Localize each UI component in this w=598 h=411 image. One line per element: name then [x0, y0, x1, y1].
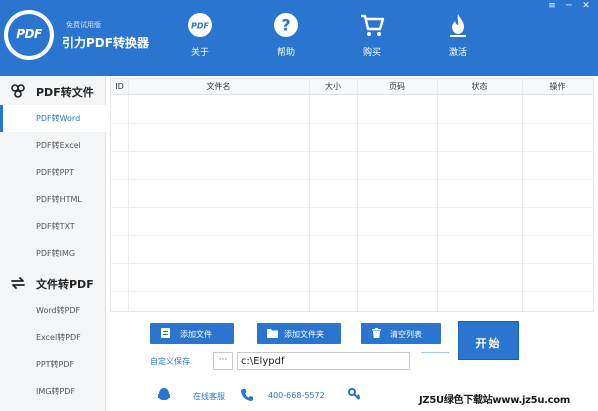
- activate-button[interactable]: 激活: [428, 10, 488, 70]
- sidebar-item-label: PDF转HTML: [36, 195, 82, 204]
- activate-label: 激活: [448, 48, 467, 58]
- column-header-size[interactable]: 大小: [309, 79, 357, 95]
- column-header-filename[interactable]: 文件名: [128, 79, 309, 95]
- app-logo: PDF: [4, 10, 54, 60]
- column-divider: [522, 79, 523, 311]
- sidebar-item-img-to-pdf[interactable]: IMG转PDF: [0, 378, 106, 405]
- column-divider: [437, 79, 438, 311]
- phone-number: 400-668-5572: [268, 391, 325, 400]
- row-divider: [111, 263, 593, 264]
- flame-icon: [450, 14, 466, 37]
- file-table[interactable]: ID 文件名 大小 页码 状态 操作: [110, 78, 594, 312]
- file-icon: [161, 328, 170, 338]
- sidebar-item-pdf-to-word[interactable]: PDF转Word: [0, 105, 106, 132]
- sidebar-item-label: PDF转Excel: [36, 141, 81, 150]
- phone-icon: [241, 389, 253, 401]
- swap-icon: [11, 277, 25, 289]
- add-folder-button[interactable]: 添加文件夹: [257, 323, 341, 344]
- sidebar-item-excel-to-pdf[interactable]: Excel转PDF: [0, 324, 106, 351]
- convert-icon: [11, 84, 25, 98]
- watermark: JZ5U绿色下载站www.jz5u.com: [419, 395, 570, 406]
- trial-label: 免费试用版: [66, 21, 101, 29]
- path-underline: [421, 352, 449, 353]
- row-divider: [111, 235, 593, 236]
- sidebar-item-pdf-to-ppt[interactable]: PDF转PPT: [0, 159, 106, 186]
- table-header: ID 文件名 大小 页码 状态 操作: [111, 79, 593, 95]
- add-file-label: 添加文件: [180, 330, 212, 339]
- section-pdf-to-file: PDF转文件: [0, 78, 106, 105]
- save-path-input[interactable]: [237, 352, 410, 370]
- sidebar-item-label: PDF转TXT: [36, 222, 75, 231]
- svg-text:PDF: PDF: [191, 22, 210, 31]
- add-folder-label: 添加文件夹: [284, 330, 324, 339]
- column-divider: [357, 79, 358, 311]
- sidebar-item-label: IMG转PDF: [36, 387, 76, 396]
- sidebar-item-pdf-to-img[interactable]: PDF转IMG: [0, 240, 106, 267]
- sidebar-item-pdf-to-excel[interactable]: PDF转Excel: [0, 132, 106, 159]
- browse-button[interactable]: ···: [213, 352, 233, 370]
- clear-list-button[interactable]: 清空列表: [361, 323, 441, 344]
- start-button[interactable]: 开始: [458, 321, 519, 360]
- clear-list-label: 清空列表: [390, 330, 422, 339]
- app-title: 引力PDF转换器: [62, 36, 149, 50]
- trash-icon: [372, 328, 381, 338]
- logo-text: PDF: [16, 27, 42, 41]
- folder-icon: [267, 329, 278, 338]
- column-header-id[interactable]: ID: [111, 79, 128, 95]
- sidebar-item-ppt-to-pdf[interactable]: PPT转PDF: [0, 351, 106, 378]
- row-divider: [111, 207, 593, 208]
- sidebar-item-label: PDF转PPT: [36, 168, 75, 177]
- row-divider: [111, 151, 593, 152]
- cart-icon: [361, 14, 385, 36]
- buy-button[interactable]: 购买: [342, 10, 402, 70]
- sidebar-item-label: PDF转IMG: [36, 249, 76, 258]
- minimize-icon[interactable]: ─: [563, 1, 575, 11]
- custom-save-label[interactable]: 自定义保存: [150, 356, 190, 367]
- start-label: 开始: [475, 337, 502, 350]
- add-file-button[interactable]: 添加文件: [150, 323, 234, 344]
- svg-text:?: ?: [281, 16, 290, 35]
- help-label: 帮助: [276, 48, 295, 58]
- column-divider: [128, 79, 129, 311]
- sidebar-item-label: PDF转Word: [36, 114, 81, 123]
- sidebar: PDF转文件 PDF转Word PDF转Excel PDF转PPT PDF转HT…: [0, 76, 106, 411]
- sidebar-item-label: Excel转PDF: [36, 333, 81, 342]
- row-divider: [111, 123, 593, 124]
- about-label: 关于: [190, 48, 209, 58]
- close-icon[interactable]: ✕: [580, 1, 592, 11]
- key-icon[interactable]: [348, 388, 360, 401]
- customer-service-icon[interactable]: [158, 388, 170, 401]
- section-title: 文件转PDF: [36, 278, 94, 291]
- column-divider: [309, 79, 310, 311]
- column-header-actions[interactable]: 操作: [522, 79, 593, 95]
- help-icon: ?: [274, 13, 298, 37]
- pdf-badge-icon: PDF: [188, 13, 212, 37]
- section-title: PDF转文件: [36, 86, 94, 99]
- sidebar-item-pdf-to-txt[interactable]: PDF转TXT: [0, 213, 106, 240]
- section-file-to-pdf: 文件转PDF: [0, 270, 106, 297]
- about-button[interactable]: PDF 关于: [170, 10, 230, 70]
- column-header-status[interactable]: 状态: [437, 79, 522, 95]
- online-service-link[interactable]: 在线客服: [193, 391, 225, 402]
- help-button[interactable]: ? 帮助: [256, 10, 316, 70]
- app-header: PDF 免费试用版 引力PDF转换器 PDF 关于 ? 帮助 购买 激活 ≡ ─: [0, 0, 598, 76]
- column-header-pages[interactable]: 页码: [357, 79, 437, 95]
- sidebar-item-label: Word转PDF: [36, 306, 81, 315]
- buy-label: 购买: [362, 48, 381, 58]
- row-divider: [111, 291, 593, 292]
- sidebar-item-word-to-pdf[interactable]: Word转PDF: [0, 297, 106, 324]
- sidebar-item-label: PPT转PDF: [36, 360, 75, 369]
- menu-icon[interactable]: ≡: [546, 1, 558, 11]
- sidebar-item-pdf-to-html[interactable]: PDF转HTML: [0, 186, 106, 213]
- row-divider: [111, 179, 593, 180]
